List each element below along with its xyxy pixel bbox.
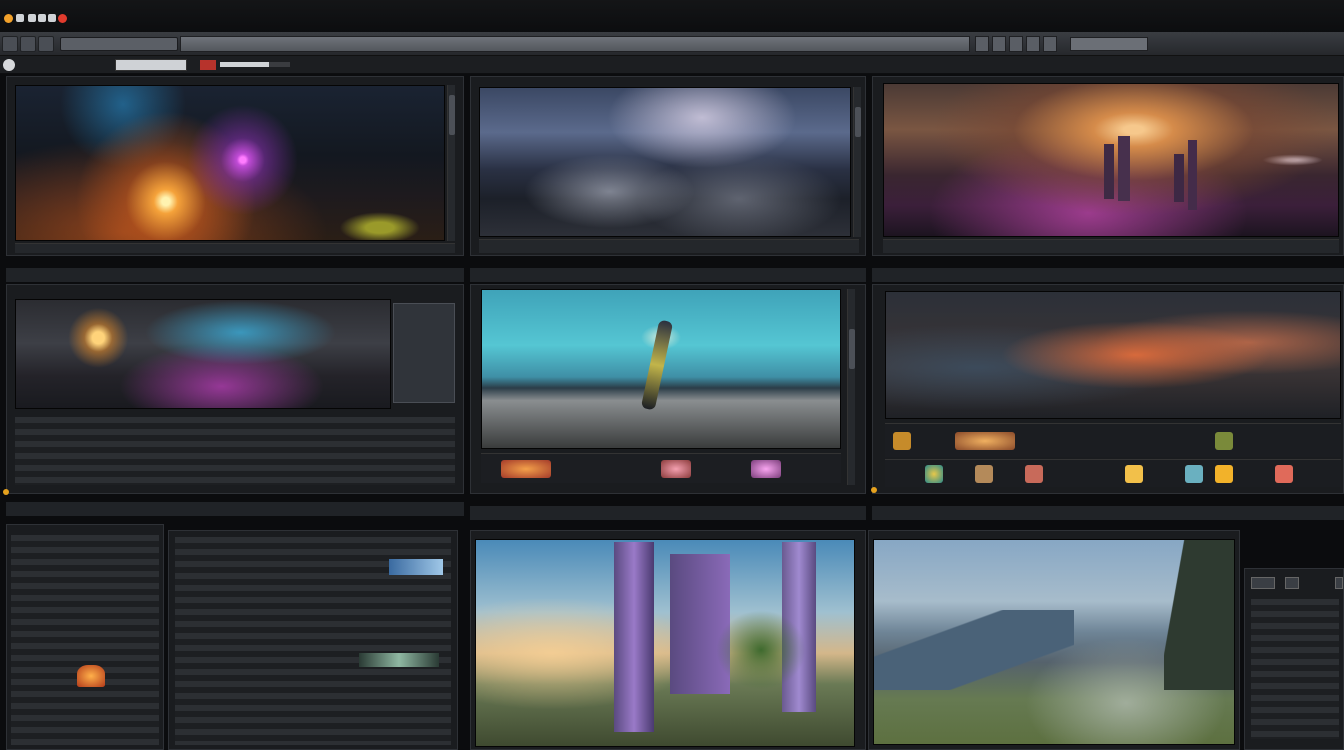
render-viewport[interactable] (883, 83, 1339, 237)
thumbnail-strip[interactable] (481, 453, 841, 483)
layer-list[interactable] (11, 535, 159, 745)
mountain-shape (874, 610, 1074, 690)
render-viewport[interactable] (481, 289, 841, 449)
section-header (470, 268, 866, 282)
section-header (6, 268, 464, 282)
vertical-scrollbar[interactable] (847, 289, 855, 485)
timeline-strip[interactable] (479, 239, 859, 253)
marker-dot[interactable] (3, 489, 9, 495)
monolith-shape (614, 542, 654, 732)
panel-bottom-right (868, 530, 1240, 750)
tool-icon[interactable] (38, 14, 46, 22)
thumbnail[interactable] (661, 460, 691, 478)
clip-preview[interactable] (359, 653, 439, 667)
thumbnail[interactable] (501, 460, 551, 478)
app-logo-icon (4, 14, 13, 23)
panel-top-right (872, 76, 1344, 256)
creature-shape (640, 319, 674, 411)
panel-mid-left (3, 284, 464, 495)
inspector-button[interactable] (1285, 577, 1299, 589)
render-viewport[interactable] (479, 87, 851, 237)
render-viewport[interactable] (885, 291, 1341, 419)
list-icon[interactable] (992, 36, 1006, 52)
tool-icon[interactable] (28, 14, 36, 22)
panel-bottom-left (6, 524, 164, 750)
bookmark-icon[interactable] (1009, 36, 1023, 52)
side-inspector (1244, 568, 1344, 750)
menu-icon[interactable] (2, 36, 18, 52)
close-icon[interactable] (58, 14, 67, 23)
panel-top-center (470, 76, 866, 256)
thumbnail[interactable] (1185, 465, 1203, 483)
render-viewport[interactable] (15, 299, 391, 409)
section-header (6, 502, 464, 516)
zoom-slider[interactable] (1070, 37, 1148, 51)
panel-mid-right (871, 284, 1344, 494)
search-input[interactable] (60, 37, 178, 51)
tower-shape (1174, 154, 1184, 202)
inspector-panel[interactable] (393, 303, 455, 403)
clip-strip[interactable] (885, 459, 1341, 487)
thumbnail-strip[interactable] (885, 423, 1341, 457)
grid-icon[interactable] (975, 36, 989, 52)
thumbnail[interactable] (1215, 432, 1233, 450)
progress-fill (220, 62, 269, 67)
panel-bottom-center (470, 530, 866, 750)
tool-icon[interactable] (48, 14, 56, 22)
filter-input[interactable] (115, 59, 187, 71)
thumbnail[interactable] (893, 432, 911, 450)
progress-bar (220, 62, 290, 67)
settings-icon[interactable] (3, 59, 15, 71)
inspector-button[interactable] (1335, 577, 1343, 589)
thumbnail[interactable] (975, 465, 993, 483)
title-bar (0, 0, 1344, 32)
pointer-tool-button[interactable] (20, 36, 36, 52)
panel-top-left (6, 76, 464, 256)
menu-bar (0, 32, 1344, 56)
tool-icon[interactable] (16, 14, 24, 22)
thumbnail[interactable] (955, 432, 1015, 450)
timeline-strip[interactable] (15, 243, 455, 253)
tower-shape (1104, 144, 1114, 199)
inspector-button[interactable] (1251, 577, 1275, 589)
cliff-shape (1164, 540, 1234, 690)
panel-mid-center (470, 284, 866, 494)
clip-preview[interactable] (389, 559, 443, 575)
search-icon[interactable] (38, 36, 54, 52)
section-header (872, 268, 1344, 282)
thumbnail[interactable] (1275, 465, 1293, 483)
timeline-strip[interactable] (883, 239, 1339, 253)
marker-dot[interactable] (871, 487, 877, 493)
record-button[interactable] (200, 60, 216, 70)
vertical-scrollbar[interactable] (853, 87, 861, 237)
render-viewport[interactable] (15, 85, 445, 241)
thumbnail[interactable] (1215, 465, 1233, 483)
timeline-tracks[interactable] (15, 417, 455, 485)
render-viewport[interactable] (873, 539, 1235, 745)
tower-shape (1188, 140, 1197, 210)
thumbnail[interactable] (1125, 465, 1143, 483)
layout-icon[interactable] (1026, 36, 1040, 52)
fire-preview (77, 665, 105, 687)
thumbnail[interactable] (751, 460, 781, 478)
toolbar (0, 56, 1344, 74)
lock-icon[interactable] (1043, 36, 1057, 52)
panel-bottom-tracks (168, 530, 458, 750)
thumbnail[interactable] (925, 465, 943, 483)
tower-shape (1118, 136, 1130, 201)
tree-shape (716, 610, 806, 690)
vertical-scrollbar[interactable] (447, 85, 455, 241)
path-field[interactable] (180, 36, 970, 52)
property-list[interactable] (1251, 599, 1339, 739)
render-viewport[interactable] (475, 539, 855, 747)
section-header (470, 506, 866, 520)
section-header (872, 506, 1344, 520)
thumbnail[interactable] (1025, 465, 1043, 483)
